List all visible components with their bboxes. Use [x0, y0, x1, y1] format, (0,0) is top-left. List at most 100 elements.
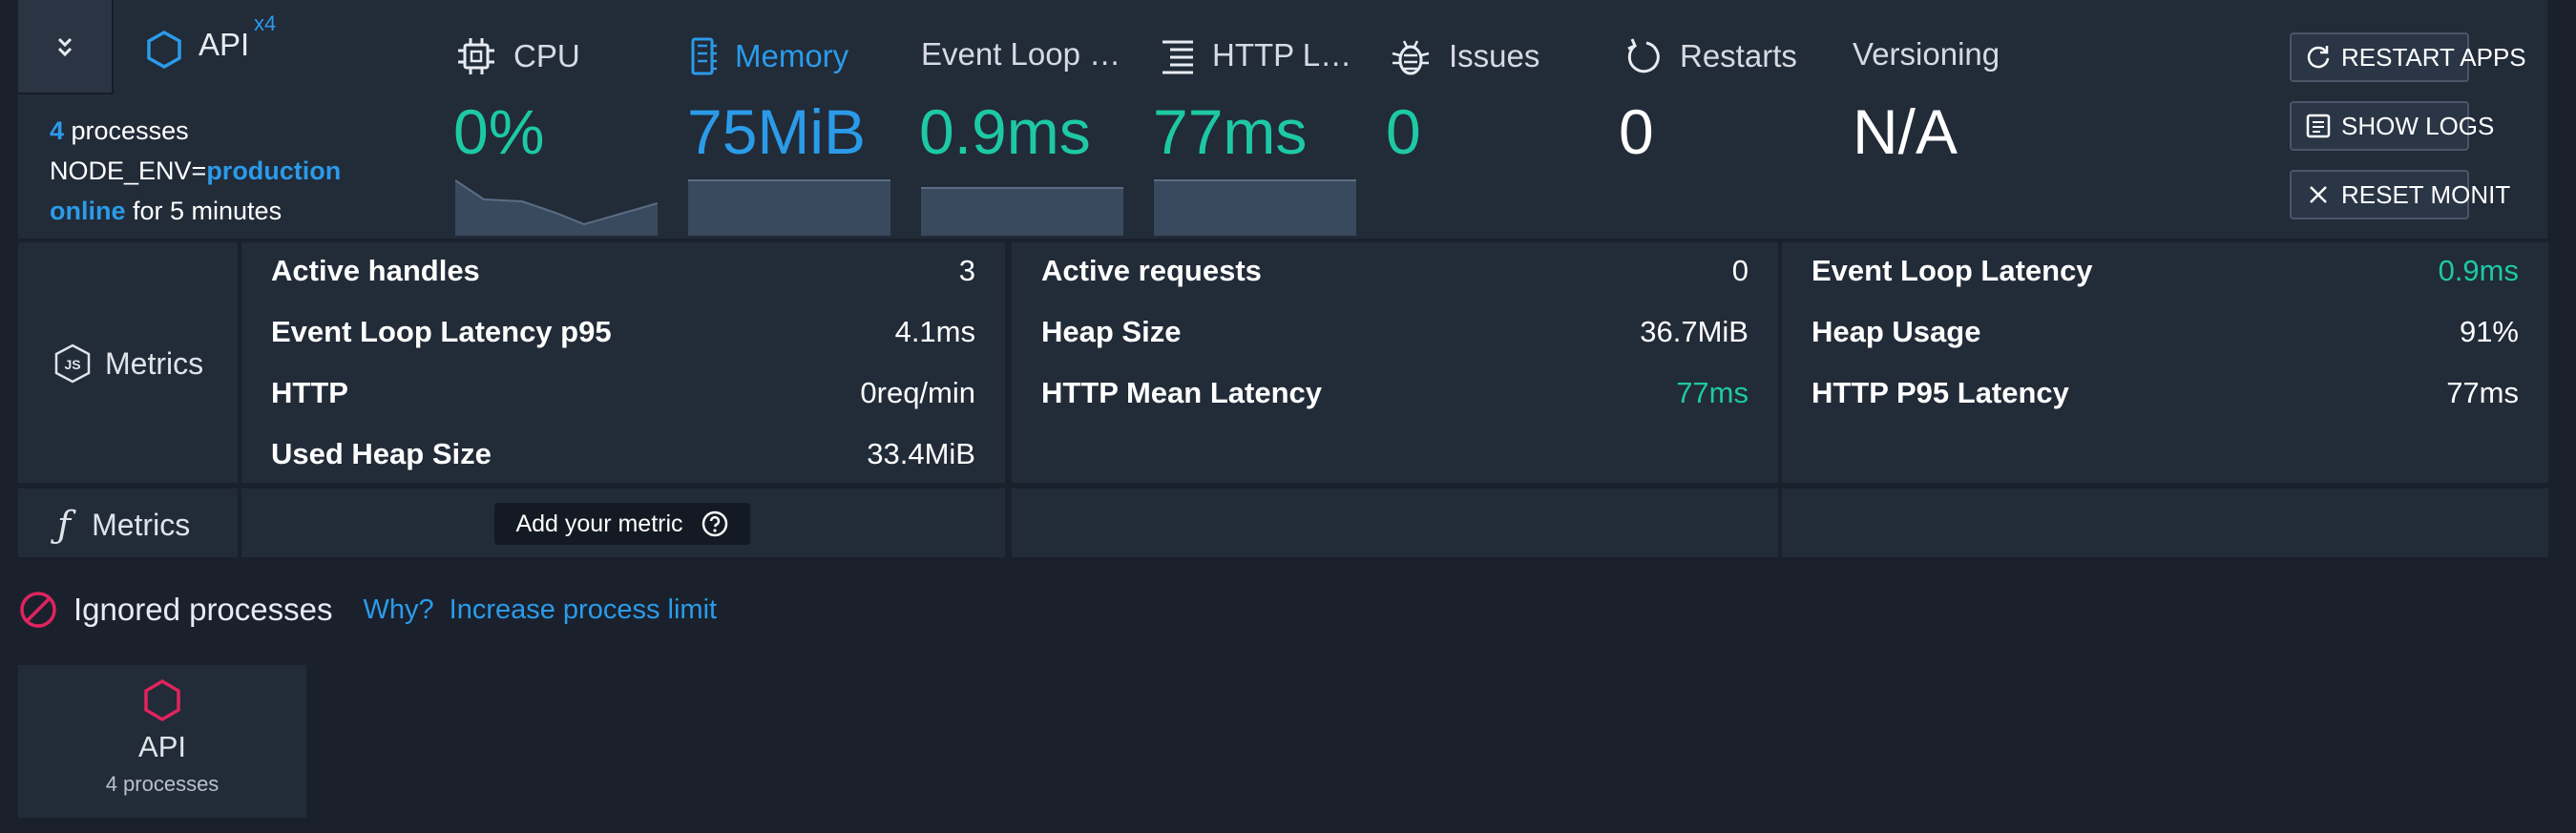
metric-value: 77ms: [1676, 376, 1749, 409]
bug-icon: [1392, 40, 1430, 75]
metric-row: Heap Size 36.7MiB: [1041, 315, 1749, 349]
metric-value: 0.9ms: [2438, 254, 2519, 287]
metric-value: 0req/min: [860, 376, 975, 409]
metrics-label-text: Metrics: [105, 345, 204, 381]
memory-sparkline: [688, 179, 890, 236]
close-icon: [2310, 186, 2327, 203]
metric-value: 3: [958, 254, 975, 287]
refresh-icon: [2307, 46, 2330, 69]
event-loop-sparkline: [921, 187, 1123, 236]
custom-metrics-column-2: [1012, 489, 1778, 557]
reset-monit-label: RESET MONIT: [2341, 179, 2511, 209]
add-metric-button[interactable]: Add your metric: [494, 503, 750, 545]
restart-apps-button[interactable]: RESTART APPS: [2290, 32, 2526, 82]
cpu-chip-icon: [458, 38, 494, 74]
metric-row: HTTP Mean Latency 77ms: [1041, 376, 1749, 410]
metric-restarts-value: 0: [1619, 96, 1654, 167]
env-value: production: [206, 156, 342, 185]
metric-row: HTTP P95 Latency 77ms: [1812, 376, 2519, 410]
metric-row: Used Heap Size 33.4MiB: [271, 437, 975, 471]
function-icon: ƒ: [57, 504, 72, 546]
env-key: NODE_ENV=: [50, 156, 207, 185]
metric-memory-header[interactable]: Memory: [689, 36, 848, 76]
metric-event-loop-label: Event Loop …: [921, 36, 1121, 72]
metric-versioning-header[interactable]: Versioning: [1853, 36, 2000, 73]
metric-key: Used Heap Size: [271, 437, 492, 470]
reset-monit-button[interactable]: RESET MONIT: [2290, 170, 2510, 219]
metric-key: Event Loop Latency: [1812, 254, 2093, 287]
status-line: online for 5 minutes: [50, 197, 282, 226]
metric-versioning-label: Versioning: [1853, 36, 2000, 72]
metric-value: 36.7MiB: [1640, 315, 1749, 348]
show-logs-button[interactable]: SHOW LOGS: [2290, 101, 2494, 151]
metric-row: Active handles 3: [271, 254, 975, 288]
metric-restarts-header[interactable]: Restarts: [1623, 36, 1797, 76]
metric-value: 33.4MiB: [867, 437, 975, 470]
custom-metrics-column-3: [1782, 489, 2548, 557]
ignored-title: Ignored processes: [73, 592, 333, 627]
nodejs-icon: JS: [54, 344, 91, 384]
metrics-column-3: Event Loop Latency 0.9ms Heap Usage 91% HT…: [1782, 242, 2548, 483]
metric-cpu-header[interactable]: CPU: [456, 36, 580, 76]
metrics-column-2: Active requests 0 Heap Size 36.7MiB HTTP M…: [1012, 242, 1778, 483]
metric-issues-header[interactable]: Issues: [1390, 36, 1539, 76]
metric-value: 0: [1731, 254, 1749, 287]
app-hexagon-icon: [147, 30, 181, 70]
ignored-card-name: API: [138, 730, 186, 763]
metric-key: Heap Usage: [1812, 315, 1981, 348]
instance-count-badge: x4: [254, 11, 277, 35]
metric-event-loop-value: 0.9ms: [919, 96, 1091, 167]
metric-memory-value: 75MiB: [687, 96, 867, 167]
metric-key: HTTP Mean Latency: [1041, 376, 1323, 409]
document-icon: [2306, 114, 2331, 138]
app-name: API: [199, 27, 250, 62]
metric-row: Active requests 0: [1041, 254, 1749, 288]
metric-value: 91%: [2459, 315, 2519, 348]
increase-limit-link[interactable]: Increase process limit: [450, 594, 717, 626]
http-latency-sparkline: [1154, 179, 1356, 236]
metric-key: HTTP: [271, 376, 348, 409]
ignored-processes-header: Ignored processes Why? Increase process …: [18, 590, 717, 630]
metric-event-loop-header[interactable]: Event Loop …: [921, 36, 1120, 73]
metric-issues-label: Issues: [1449, 38, 1540, 73]
custom-metrics-label-text: Metrics: [92, 507, 191, 542]
metric-http-latency-value: 77ms: [1153, 96, 1308, 167]
process-count-line: 4 processes: [50, 116, 189, 146]
metric-key: Heap Size: [1041, 315, 1182, 348]
collapse-button[interactable]: [18, 0, 114, 94]
why-link[interactable]: Why?: [364, 594, 434, 626]
help-circle-icon: [702, 510, 727, 537]
show-logs-label: SHOW LOGS: [2341, 111, 2495, 140]
metric-versioning-value: N/A: [1853, 96, 1958, 167]
restart-apps-label: RESTART APPS: [2341, 42, 2526, 72]
list-lines-icon: [1162, 40, 1193, 74]
processes-label: processes: [64, 116, 189, 145]
metric-value: 4.1ms: [894, 315, 975, 348]
add-metric-label: Add your metric: [515, 510, 683, 537]
metrics-column-1: Active handles 3 Event Loop Latency p95 4.…: [241, 242, 1005, 483]
metric-key: Active handles: [271, 254, 480, 287]
ignored-process-card[interactable]: API 4 processes: [18, 665, 306, 818]
metric-key: Event Loop Latency p95: [271, 315, 612, 348]
cpu-sparkline: [455, 179, 658, 236]
metric-cpu-value: 0%: [453, 96, 545, 167]
process-hexagon-icon: [144, 678, 180, 722]
memory-icon: [691, 37, 717, 75]
forbidden-icon: [20, 592, 56, 628]
collapse-chevrons-icon: [57, 37, 73, 56]
uptime: for 5 minutes: [125, 197, 283, 225]
metric-row: Event Loop Latency p95 4.1ms: [271, 315, 975, 349]
metric-http-latency-header[interactable]: HTTP L…: [1161, 36, 1351, 74]
custom-metrics-label: ƒ Metrics: [57, 504, 190, 546]
status-online: online: [50, 197, 126, 225]
metric-http-latency-label: HTTP L…: [1212, 37, 1352, 73]
metric-key: HTTP P95 Latency: [1812, 376, 2069, 409]
metric-cpu-label: CPU: [513, 38, 580, 73]
svg-text:JS: JS: [64, 357, 80, 372]
ignored-card-count: 4 processes: [105, 772, 220, 796]
metric-key: Active requests: [1041, 254, 1262, 287]
env-line: NODE_ENV=production: [50, 156, 341, 186]
metrics-label: JS Metrics: [53, 344, 203, 384]
metric-issues-value: 0: [1386, 96, 1421, 167]
metric-row: HTTP 0req/min: [271, 376, 975, 410]
